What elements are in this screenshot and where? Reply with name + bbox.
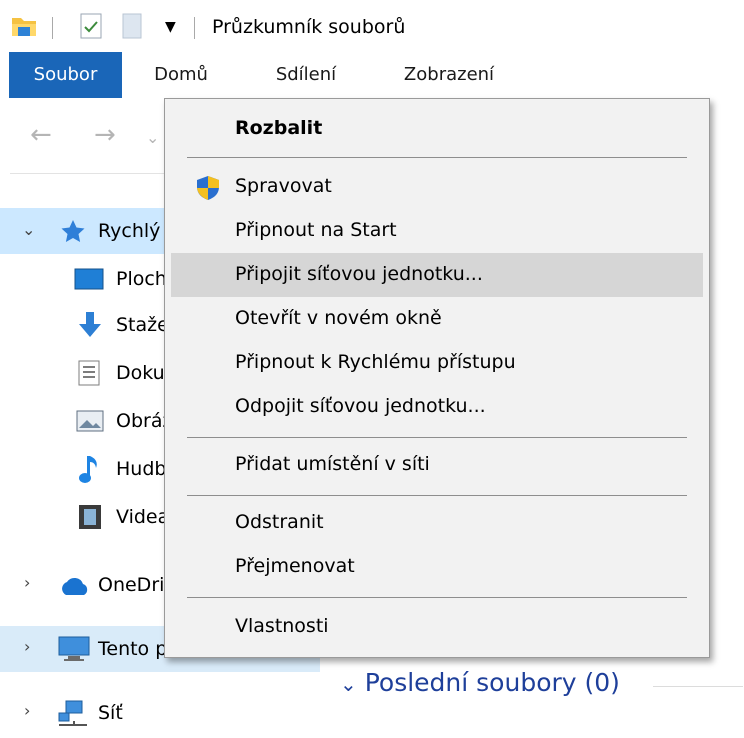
chevron-down-icon[interactable]: ⌄ [22,220,35,239]
menu-item-label: Odpojit síťovou jednotku... [235,395,486,417]
menu-item-rename[interactable]: Přejmenovat [171,545,703,589]
shield-icon [197,176,219,200]
new-folder-icon[interactable] [122,13,142,39]
menu-separator [187,157,687,158]
menu-separator [187,495,687,496]
menu-item-label: Odstranit [235,511,324,533]
customize-quick-access-icon[interactable]: ▼ [165,20,176,34]
download-arrow-icon [79,312,101,337]
chevron-down-icon: ⌄ [340,672,357,696]
picture-icon [76,410,104,432]
menu-item-label: Připnout na Start [235,219,397,241]
sidebar-item-network[interactable]: › Síť [0,690,320,736]
menu-item-manage[interactable]: Spravovat [171,165,703,209]
chevron-right-icon[interactable]: › [24,701,30,720]
menu-item-properties[interactable]: Vlastnosti [171,605,703,649]
sidebar-item-label: Síť [98,702,123,724]
title-separator [194,17,195,39]
desktop-icon [74,268,104,290]
title-separator [52,17,53,39]
folder-icon[interactable] [11,14,37,38]
menu-item-disconnect-network-drive[interactable]: Odpojit síťovou jednotku... [171,385,703,429]
chevron-right-icon[interactable]: › [24,637,30,656]
recent-files-header[interactable]: ⌄ Poslední soubory (0) [340,668,620,697]
menu-separator [187,597,687,598]
back-arrow-icon[interactable]: ← [30,120,52,150]
menu-item-pin-start[interactable]: Připnout na Start [171,209,703,253]
network-icon [58,700,87,726]
menu-item-label: Spravovat [235,175,332,197]
menu-item-open-new-window[interactable]: Otevřít v novém okně [171,297,703,341]
menu-item-label: Přidat umístění v síti [235,453,430,475]
tab-home[interactable]: Domů [138,52,224,98]
menu-item-label: Přejmenovat [235,555,355,577]
tab-share[interactable]: Sdílení [258,52,354,98]
menu-item-label: Rozbalit [235,117,323,139]
properties-icon[interactable] [80,13,102,39]
menu-item-expand[interactable]: Rozbalit [171,107,703,151]
menu-item-pin-quick-access[interactable]: Připnout k Rychlému přístupu [171,341,703,385]
document-icon [78,360,100,386]
window-title: Průzkumník souborů [212,16,406,38]
recent-locations-icon[interactable]: ⌄ [146,128,159,147]
cloud-icon [62,577,88,595]
video-icon [79,505,101,529]
menu-item-add-network-location[interactable]: Přidat umístění v síti [171,443,703,487]
ribbon-tabs: Soubor Domů Sdílení Zobrazení [0,52,744,98]
menu-item-label: Připnout k Rychlému přístupu [235,351,516,373]
menu-item-map-network-drive[interactable]: Připojit síťovou jednotku... [171,253,703,297]
chevron-right-icon[interactable]: › [24,573,30,592]
title-bar: ▼ Průzkumník souborů [0,0,744,50]
forward-arrow-icon[interactable]: → [94,120,116,150]
computer-icon [58,636,90,661]
recent-files-label: Poslední soubory (0) [364,668,620,697]
nav-divider [10,173,170,174]
context-menu: Rozbalit Spravovat Připnout na Start Při… [164,98,710,658]
sidebar-item-label: Videa [116,506,170,528]
menu-item-delete[interactable]: Odstranit [171,501,703,545]
star-icon [61,220,85,242]
music-note-icon [79,456,97,483]
menu-item-label: Vlastnosti [235,615,329,637]
tab-file[interactable]: Soubor [9,52,122,98]
section-divider [653,686,743,687]
menu-item-label: Připojit síťovou jednotku... [235,263,483,285]
menu-separator [187,437,687,438]
menu-item-label: Otevřít v novém okně [235,307,442,329]
tab-view[interactable]: Zobrazení [386,52,512,98]
